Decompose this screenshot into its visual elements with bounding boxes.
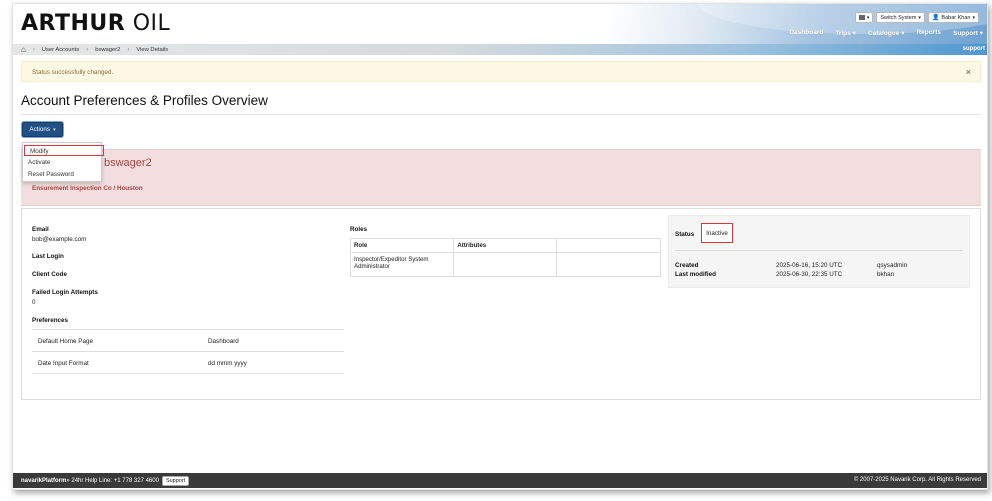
nav-support-label: Support xyxy=(953,30,978,37)
logo[interactable]: ARTHUR OIL xyxy=(21,11,170,36)
breadcrumb-view-details: View Details xyxy=(136,46,169,53)
chevron-right-icon: › xyxy=(32,46,35,53)
email-label: Email xyxy=(32,226,49,233)
failed-login-label: Failed Login Attempts xyxy=(32,289,98,296)
nav-catalogue-label: Catalogue xyxy=(867,30,900,37)
close-icon[interactable]: × xyxy=(966,67,971,77)
last-login-label: Last Login xyxy=(32,253,64,260)
support-link[interactable]: support xyxy=(963,46,985,52)
menu-item-activate[interactable]: Activate xyxy=(23,157,101,168)
user-name-label: Babar Khan xyxy=(941,14,971,21)
created-label: Created xyxy=(675,262,699,269)
col-role: Role xyxy=(349,238,455,253)
header: ARTHUR OIL ▾ Switch System ▾ 👤 Babar Kha… xyxy=(13,4,987,44)
menu-item-modify[interactable]: Modify xyxy=(24,145,104,156)
modified-date: 2025-06-30, 22:35 UTC xyxy=(776,271,843,278)
nav-support[interactable]: Support ▾ xyxy=(953,29,983,37)
account-header-panel xyxy=(21,149,981,206)
preferences-table: Default Home Page Dashboard Date Input F… xyxy=(32,329,344,374)
top-controls: ▾ Switch System ▾ 👤 Babar Khan ▾ xyxy=(854,12,979,23)
logo-bold-text: ARTHUR xyxy=(21,11,126,36)
chevron-right-icon: › xyxy=(86,46,89,53)
nav-dashboard[interactable]: Dashboard xyxy=(789,29,823,37)
user-menu-button[interactable]: 👤 Babar Khan ▾ xyxy=(927,12,979,23)
user-icon: 👤 xyxy=(931,15,940,21)
caret-down-icon: ▾ xyxy=(866,14,870,21)
success-alert: Status successfully changed. × xyxy=(21,61,981,82)
empty-cell xyxy=(555,252,662,277)
modified-label: Last modified xyxy=(675,271,716,278)
actions-dropdown-menu: Modify Activate Reset Password xyxy=(22,142,104,182)
table-row: Default Home Page Dashboard xyxy=(32,330,344,352)
created-by: qsysadmin xyxy=(877,262,908,269)
app-window: ARTHUR OIL ▾ Switch System ▾ 👤 Babar Kha… xyxy=(12,3,988,490)
breadcrumb: ⌂ › User Accounts › bswager2 › View Deta… xyxy=(13,44,987,55)
modified-by: bkhan xyxy=(877,271,895,278)
nav-reports[interactable]: Reports xyxy=(916,29,941,37)
failed-login-value: 0 xyxy=(32,299,36,306)
account-company: Ensurement Inspection Co / Houston xyxy=(32,185,143,192)
pref-key: Default Home Page xyxy=(38,338,93,345)
created-date: 2025-06-16, 15:20 UTC xyxy=(776,262,843,269)
pref-key: Date Input Format xyxy=(38,360,89,367)
actions-button[interactable]: Actions ▾ xyxy=(22,122,63,137)
role-cell: Inspector/Expeditor System Administrator xyxy=(349,252,455,277)
nav-trips[interactable]: Trips ▾ xyxy=(835,29,856,37)
footer-helpline: » 24hr Help Line: +1 778 327 4600 xyxy=(66,477,159,484)
main-nav: Dashboard Trips ▾ Catalogue ▾ Reports Su… xyxy=(789,29,983,37)
nav-trips-label: Trips xyxy=(835,30,851,37)
status-label: Status xyxy=(675,231,695,238)
status-badge: Inactive xyxy=(701,223,733,243)
account-username: bswager2 xyxy=(104,157,152,169)
page-title: Account Preferences & Profiles Overview xyxy=(21,93,268,108)
email-value: bob@example.com xyxy=(32,236,87,243)
col-attributes: Attributes xyxy=(453,238,557,253)
table-header-row: Role Attributes xyxy=(349,238,662,253)
col-empty xyxy=(555,238,662,253)
footer-support-button[interactable]: Support xyxy=(161,475,190,486)
pref-value: dd mmm yyyy xyxy=(208,360,247,367)
breadcrumb-username[interactable]: bswager2 xyxy=(95,47,120,53)
grid-icon xyxy=(858,15,865,20)
nav-catalogue[interactable]: Catalogue ▾ xyxy=(868,29,905,37)
caret-down-icon: ▾ xyxy=(918,14,921,21)
divider xyxy=(21,114,981,115)
actions-label: Actions xyxy=(29,126,51,133)
attributes-cell xyxy=(453,252,557,277)
roles-label: Roles xyxy=(350,226,368,233)
caret-down-icon: ▾ xyxy=(53,126,56,133)
chevron-right-icon: › xyxy=(127,46,130,53)
footer-brand: navarikPlatform xyxy=(21,477,67,484)
switch-system-button[interactable]: Switch System ▾ xyxy=(876,12,925,23)
breadcrumb-user-accounts[interactable]: User Accounts xyxy=(42,47,79,53)
divider xyxy=(675,250,963,251)
caret-down-icon: ▾ xyxy=(972,14,975,21)
logo-thin-text: OIL xyxy=(132,11,171,36)
alert-message: Status successfully changed. xyxy=(32,69,114,76)
preferences-label: Preferences xyxy=(32,317,69,324)
footer: navarikPlatform » 24hr Help Line: +1 778… xyxy=(13,473,987,488)
apps-menu-button[interactable]: ▾ xyxy=(854,12,874,23)
footer-copyright: © 2007-2025 Navarik Corp. All Rights Res… xyxy=(853,477,981,483)
switch-system-label: Switch System xyxy=(880,14,917,21)
table-row: Date Input Format dd mmm yyyy xyxy=(32,352,344,374)
table-row: Inspector/Expeditor System Administrator xyxy=(349,252,662,277)
home-icon[interactable]: ⌂ xyxy=(21,45,26,54)
pref-value: Dashboard xyxy=(208,338,239,345)
menu-item-reset-password[interactable]: Reset Password xyxy=(23,169,101,180)
roles-table: Role Attributes Inspector/Expeditor Syst… xyxy=(349,238,662,277)
client-code-label: Client Code xyxy=(32,271,67,278)
